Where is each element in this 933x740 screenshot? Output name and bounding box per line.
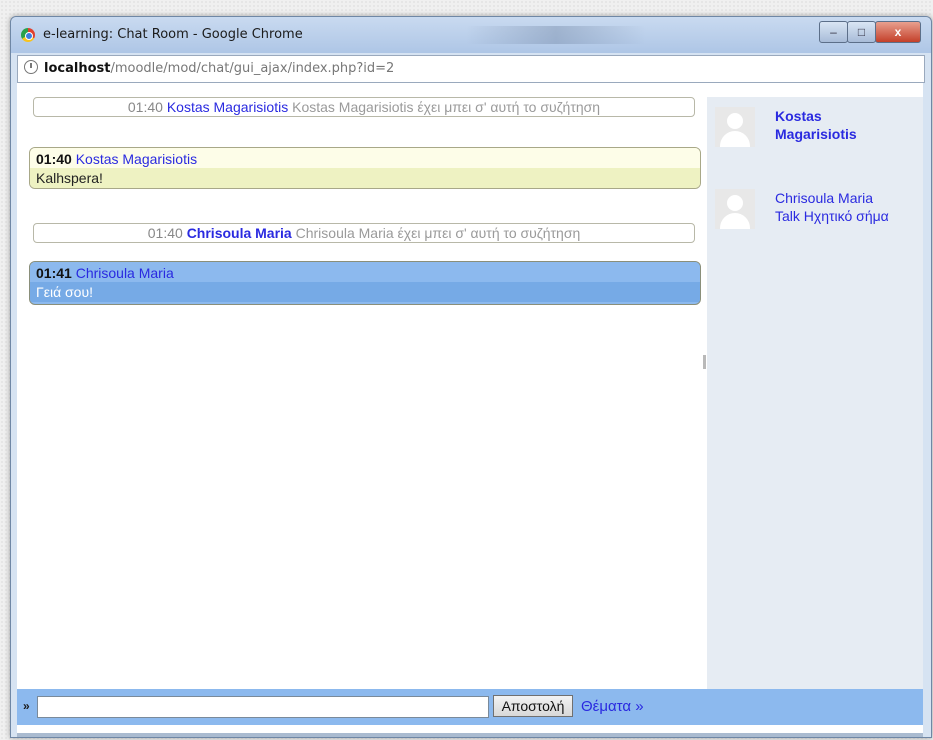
avatar	[715, 189, 755, 229]
user-list-item[interactable]: Kostas Magarisiotis	[715, 107, 925, 157]
themes-link[interactable]: Θέματα »	[581, 698, 644, 715]
address-bar[interactable]: localhost/moodle/mod/chat/gui_ajax/index…	[17, 55, 925, 83]
message-text: Kalhspera!	[30, 168, 700, 188]
url-text[interactable]: localhost/moodle/mod/chat/gui_ajax/index…	[44, 61, 394, 76]
close-button[interactable]: x	[875, 21, 921, 43]
message-user[interactable]: Chrisoula Maria	[187, 225, 292, 241]
minimize-button[interactable]: –	[819, 21, 848, 43]
browser-window: e-learning: Chat Room - Google Chrome – …	[10, 16, 932, 738]
user-name-link[interactable]: Kostas Magarisiotis	[775, 107, 905, 143]
message-text: Kostas Magarisiotis έχει μπει σ' αυτή το…	[292, 99, 601, 115]
message-text: Chrisoula Maria έχει μπει σ' αυτή το συζ…	[295, 225, 581, 241]
talk-sound-link[interactable]: Talk Ηχητικό σήμα	[775, 207, 889, 225]
chat-message: 01:41 Chrisoula Maria Γειά σου!	[29, 261, 701, 305]
message-header: 01:40 Kostas Magarisiotis	[30, 148, 700, 168]
send-button[interactable]: Αποστολή	[493, 695, 573, 717]
message-header: 01:41 Chrisoula Maria	[30, 262, 700, 282]
maximize-button[interactable]: □	[847, 21, 876, 43]
message-user[interactable]: Chrisoula Maria	[76, 265, 174, 281]
message-time: 01:40	[127, 99, 163, 115]
messages-panel: 01:40 Kostas Magarisiotis Kostas Magaris…	[17, 83, 701, 689]
user-list-item[interactable]: Chrisoula Maria Talk Ηχητικό σήμα	[715, 189, 925, 239]
message-user[interactable]: Kostas Magarisiotis	[167, 99, 288, 115]
chrome-icon	[21, 28, 35, 42]
message-time: 01:40	[36, 151, 72, 167]
page-info-icon[interactable]	[24, 60, 38, 74]
input-prefix: »	[23, 699, 30, 713]
message-time: 01:40	[147, 225, 183, 241]
system-message: 01:40 Chrisoula Maria Chrisoula Maria έχ…	[33, 223, 695, 243]
message-input[interactable]	[37, 696, 489, 718]
title-bar[interactable]: e-learning: Chat Room - Google Chrome – …	[11, 17, 931, 53]
chat-message: 01:40 Kostas Magarisiotis Kalhspera!	[29, 147, 701, 189]
message-user[interactable]: Kostas Magarisiotis	[76, 151, 197, 167]
window-title: e-learning: Chat Room - Google Chrome	[43, 27, 303, 42]
window-bottom-edge	[17, 733, 923, 737]
chat-page: 01:40 Kostas Magarisiotis Kostas Magaris…	[17, 83, 923, 733]
message-text: Γειά σου!	[30, 282, 700, 302]
url-path: /moodle/mod/chat/gui_ajax/index.php?id=2	[110, 61, 395, 76]
url-host: localhost	[44, 61, 111, 76]
avatar	[715, 107, 755, 147]
user-list-panel: Kostas Magarisiotis Chrisoula Maria Talk…	[707, 97, 923, 689]
panel-resize-handle[interactable]	[703, 355, 706, 369]
message-input-bar: » Αποστολή Θέματα »	[17, 689, 923, 725]
background-tab	[466, 26, 646, 44]
message-time: 01:41	[36, 265, 72, 281]
user-name-link[interactable]: Chrisoula Maria	[775, 189, 873, 207]
system-message: 01:40 Kostas Magarisiotis Kostas Magaris…	[33, 97, 695, 117]
